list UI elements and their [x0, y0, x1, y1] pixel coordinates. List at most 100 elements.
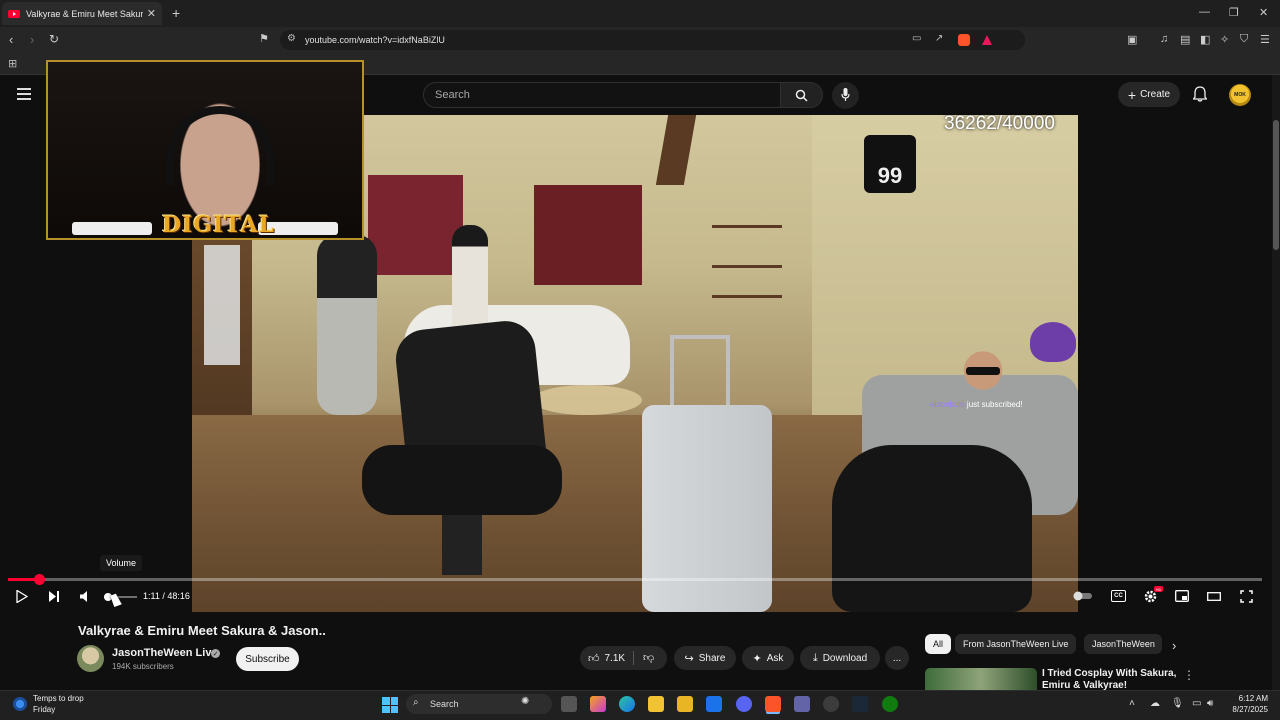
file-explorer-icon[interactable]	[648, 696, 664, 712]
url-text: youtube.com/watch?v=idxfNaBiZlU	[305, 35, 445, 45]
time-display: 1:11 / 48:16	[143, 591, 190, 601]
fullscreen-icon[interactable]	[1240, 590, 1253, 603]
jersey-number: 99	[877, 163, 903, 188]
theater-mode-icon[interactable]	[1207, 592, 1221, 601]
new-tab-button[interactable]: +	[172, 5, 180, 21]
subscribe-button[interactable]: Subscribe	[236, 647, 299, 671]
volume-icon[interactable]	[79, 590, 91, 603]
menu-icon[interactable]: ☰	[1260, 33, 1270, 46]
onedrive-icon[interactable]: ☁	[1150, 698, 1160, 709]
more-actions-button[interactable]: ...	[885, 646, 909, 670]
tray-chevron-up-icon[interactable]: ˄	[1129, 698, 1135, 709]
chatgpt-icon[interactable]	[823, 696, 839, 712]
kebab-menu-icon[interactable]: ⋮	[1183, 668, 1195, 682]
vpn-icon[interactable]: ⛉	[1240, 33, 1248, 46]
create-label: Create	[1140, 89, 1171, 100]
search-button[interactable]	[781, 82, 823, 108]
reload-icon[interactable]: ↻	[49, 32, 59, 46]
clock-date[interactable]: 8/27/2025	[1216, 705, 1268, 714]
duration: 48:16	[167, 591, 190, 601]
cast-icon[interactable]: ▭	[912, 33, 921, 44]
chip-all[interactable]: All	[925, 634, 952, 654]
recommendation-item[interactable]: I Tried Cosplay With Sakura, Emiru & Val…	[1042, 668, 1177, 690]
edge-icon[interactable]	[619, 696, 635, 712]
wallet-icon[interactable]: ◧	[1200, 33, 1210, 46]
weather-icon[interactable]	[13, 697, 27, 711]
chip-channel[interactable]: JasonTheWeen	[1084, 634, 1162, 654]
site-info-icon[interactable]: ⚙	[287, 33, 296, 44]
avatar-text: MOK	[1234, 92, 1246, 98]
steam-icon[interactable]	[852, 696, 868, 712]
subscriber-alert: abloobulb just subscribed!	[930, 400, 1023, 409]
ask-button[interactable]: ✦ Ask	[742, 646, 794, 670]
store-icon[interactable]	[677, 696, 693, 712]
scrollbar-thumb[interactable]	[1273, 120, 1279, 250]
next-video-icon[interactable]	[48, 590, 60, 603]
clock-time[interactable]: 6:12 AM	[1224, 694, 1268, 703]
miniplayer-icon[interactable]	[1175, 590, 1189, 602]
progress-scrubber[interactable]	[34, 574, 45, 585]
forward-icon[interactable]: ›	[30, 32, 34, 47]
hd-badge: HD	[1154, 586, 1163, 592]
copilot-app-icon[interactable]	[590, 696, 606, 712]
chevron-right-icon[interactable]: ›	[1172, 638, 1176, 653]
create-button[interactable]: + Create	[1118, 82, 1180, 107]
plus-icon: +	[1127, 86, 1137, 103]
maximize-icon[interactable]: ❐	[1229, 6, 1239, 19]
recommendation-thumbnail[interactable]	[925, 668, 1037, 690]
brave-shields-icon[interactable]	[958, 34, 970, 46]
video-scene-chair-seat	[362, 445, 562, 515]
share-button[interactable]: ↪ Share	[674, 646, 736, 670]
speaker-icon[interactable]: 🔊︎	[1207, 698, 1213, 709]
like-count[interactable]: 7.1K	[605, 653, 626, 664]
teams-icon[interactable]	[794, 696, 810, 712]
copilot-icon[interactable]: ✺	[521, 696, 529, 707]
chip-label: From JasonTheWeen Live	[963, 639, 1069, 649]
channel-avatar[interactable]	[77, 645, 104, 672]
like-divider	[633, 651, 634, 665]
progress-bar[interactable]	[8, 578, 1262, 581]
account-avatar[interactable]: MOK	[1229, 84, 1251, 106]
apps-grid-icon[interactable]: ⊞	[8, 57, 17, 70]
start-button-icon[interactable]	[382, 697, 398, 713]
search-placeholder: Search	[435, 89, 470, 101]
tab-close-icon[interactable]: ✕	[147, 7, 156, 20]
task-view-icon[interactable]	[561, 696, 577, 712]
taskbar-search[interactable]: Search	[406, 694, 552, 714]
reading-list-icon[interactable]: ▤	[1180, 33, 1190, 46]
browser-tab[interactable]: Valkyrae & Emiru Meet Sakura & ✕	[2, 2, 162, 25]
media-icon[interactable]: ♫	[1160, 33, 1168, 45]
outlook-icon[interactable]	[706, 696, 722, 712]
subtitles-button[interactable]: CC	[1111, 590, 1126, 602]
notifications-bell-icon[interactable]	[1193, 86, 1207, 102]
channel-name[interactable]: JasonTheWeen Live	[112, 647, 218, 659]
leo-ai-icon[interactable]: ✧	[1220, 33, 1229, 46]
ask-label: Ask	[766, 652, 784, 664]
close-window-icon[interactable]: ✕	[1259, 6, 1268, 19]
thumbs-down-icon[interactable]: 👎︎	[643, 651, 654, 664]
back-icon[interactable]: ‹	[9, 32, 13, 47]
share-arrow-icon: ↪	[684, 652, 694, 665]
sidebar-toggle-icon[interactable]: ▣	[1127, 33, 1137, 46]
autoplay-toggle-icon[interactable]	[1073, 591, 1093, 601]
bookmark-icon[interactable]: ⚑	[259, 32, 269, 45]
xbox-icon[interactable]	[882, 696, 898, 712]
minimize-icon[interactable]: —	[1199, 6, 1210, 18]
guide-menu-icon[interactable]	[17, 88, 31, 100]
brave-taskbar-icon[interactable]	[765, 696, 781, 712]
search-input[interactable]: Search	[423, 82, 781, 108]
voice-search-button[interactable]	[832, 82, 859, 109]
download-button[interactable]: ⤓ Download	[800, 646, 880, 670]
network-icon[interactable]: ▭	[1192, 698, 1201, 709]
chip-from-channel[interactable]: From JasonTheWeen Live	[955, 634, 1077, 654]
play-icon[interactable]	[16, 590, 28, 603]
brave-rewards-icon[interactable]	[982, 35, 992, 45]
weather-headline[interactable]: Temps to drop	[33, 694, 84, 703]
discord-icon[interactable]	[736, 696, 752, 712]
thumbs-up-icon[interactable]: 👍︎	[588, 652, 600, 665]
video-scene-sunglasses	[966, 367, 1000, 375]
share-page-icon[interactable]: ↗	[935, 33, 943, 44]
video-scene-shelf	[712, 225, 782, 228]
microphone-tray-icon[interactable]: 🎙︎	[1171, 698, 1184, 709]
taskbar	[0, 690, 1280, 720]
